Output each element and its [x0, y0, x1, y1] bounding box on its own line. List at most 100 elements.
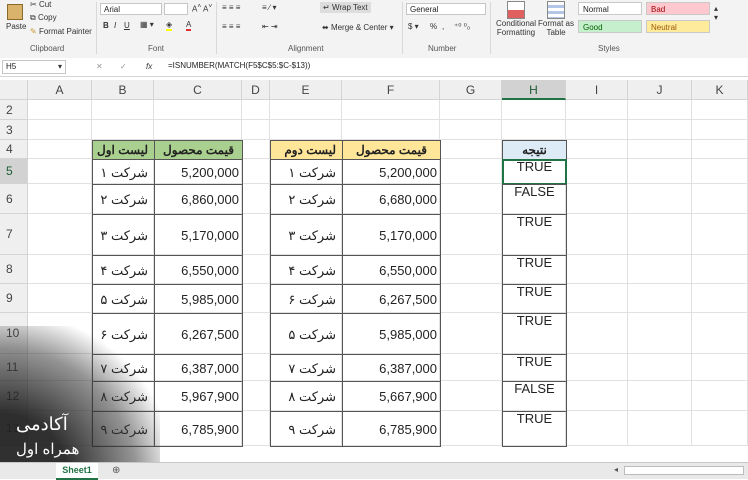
- decimal-icon[interactable]: ⁺⁰ ⁰₀: [454, 22, 470, 31]
- grow-font-icon[interactable]: A˄ A˅: [192, 3, 212, 14]
- column-header-c[interactable]: C: [154, 80, 242, 100]
- table1-name-cell[interactable]: شرکت ۴: [92, 255, 155, 285]
- conditional-formatting-button[interactable]: Conditional Formatting: [494, 1, 538, 37]
- column-header-d[interactable]: D: [242, 80, 270, 100]
- comma-button[interactable]: ,: [442, 22, 444, 31]
- result-cell[interactable]: TRUE: [502, 284, 567, 314]
- style-good[interactable]: Good: [578, 20, 642, 33]
- add-sheet-icon[interactable]: ⊕: [112, 465, 120, 476]
- function-icon[interactable]: fx: [146, 62, 152, 71]
- table2-price-cell[interactable]: 5,667,900: [342, 381, 441, 412]
- result-cell[interactable]: TRUE: [502, 255, 567, 285]
- table2-price-cell[interactable]: 6,550,000: [342, 255, 441, 285]
- table2-name-cell[interactable]: شرکت ۷: [270, 354, 343, 382]
- table1-price-cell[interactable]: 6,387,000: [154, 354, 243, 382]
- number-format-select[interactable]: General: [406, 3, 486, 15]
- table2-price-cell[interactable]: 5,170,000: [342, 214, 441, 256]
- column-header-g[interactable]: G: [440, 80, 502, 100]
- copy-button[interactable]: ⧉ Copy: [30, 13, 57, 23]
- table2-name-cell[interactable]: شرکت ۹: [270, 411, 343, 447]
- result-header[interactable]: نتیجه: [502, 140, 567, 160]
- table1-header-price[interactable]: قیمت محصول: [154, 140, 243, 160]
- table2-name-cell[interactable]: شرکت ۳: [270, 214, 343, 256]
- table2-name-cell[interactable]: شرکت ۶: [270, 284, 343, 314]
- paste-button[interactable]: Paste: [4, 2, 26, 38]
- table2-price-cell[interactable]: 6,785,900: [342, 411, 441, 447]
- styles-scroll-icon[interactable]: ▴ ▾: [714, 4, 718, 22]
- bold-button[interactable]: B: [103, 21, 109, 30]
- table1-name-cell[interactable]: شرکت ۳: [92, 214, 155, 256]
- row-header-8[interactable]: 8: [0, 255, 28, 284]
- font-name-select[interactable]: Arial: [100, 3, 162, 15]
- row-header-7[interactable]: 7: [0, 214, 28, 255]
- row-header-2[interactable]: 2: [0, 100, 28, 120]
- row-header-6[interactable]: 6: [0, 184, 28, 214]
- table2-price-cell[interactable]: 5,200,000: [342, 159, 441, 185]
- row-header-4[interactable]: 4: [0, 140, 28, 159]
- name-box[interactable]: H5: [2, 60, 66, 74]
- result-cell[interactable]: FALSE: [502, 381, 567, 412]
- cut-button[interactable]: ✂ Cut: [30, 0, 51, 9]
- table1-price-cell[interactable]: 5,967,900: [154, 381, 243, 412]
- format-painter-button[interactable]: ✎ Format Painter: [30, 27, 92, 36]
- table2-header-name[interactable]: لیست دوم: [270, 140, 343, 160]
- table2-name-cell[interactable]: شرکت ۸: [270, 381, 343, 412]
- result-cell[interactable]: TRUE: [502, 159, 567, 185]
- result-cell[interactable]: TRUE: [502, 313, 567, 355]
- style-bad[interactable]: Bad: [646, 2, 710, 15]
- name-box-dropdown-icon[interactable]: ▾: [58, 62, 62, 71]
- table1-price-cell[interactable]: 6,550,000: [154, 255, 243, 285]
- row-header-9[interactable]: 9: [0, 284, 28, 313]
- style-neutral[interactable]: Neutral: [646, 20, 710, 33]
- font-color-icon[interactable]: A: [186, 20, 192, 31]
- column-header-k[interactable]: K: [692, 80, 748, 100]
- result-cell[interactable]: TRUE: [502, 214, 567, 256]
- table2-price-cell[interactable]: 6,267,500: [342, 284, 441, 314]
- table2-name-cell[interactable]: شرکت ۴: [270, 255, 343, 285]
- fill-color-icon[interactable]: ◈: [166, 20, 173, 31]
- horizontal-scrollbar[interactable]: [624, 466, 744, 475]
- borders-icon[interactable]: ▦ ▾: [140, 20, 154, 29]
- select-all-corner[interactable]: [0, 80, 28, 100]
- table1-price-cell[interactable]: 6,267,500: [154, 313, 243, 355]
- table2-price-cell[interactable]: 5,985,000: [342, 313, 441, 355]
- table1-header-name[interactable]: لیست اول: [92, 140, 155, 160]
- table2-name-cell[interactable]: شرکت ۱: [270, 159, 343, 185]
- enter-icon[interactable]: ✓: [120, 62, 127, 71]
- table2-name-cell[interactable]: شرکت ۲: [270, 184, 343, 215]
- table1-price-cell[interactable]: 5,200,000: [154, 159, 243, 185]
- orientation-icon[interactable]: ≡ ∕ ▾: [262, 3, 276, 12]
- format-as-table-button[interactable]: Format as Table: [536, 1, 576, 37]
- table1-price-cell[interactable]: 6,785,900: [154, 411, 243, 447]
- column-header-b[interactable]: B: [92, 80, 154, 100]
- table1-name-cell[interactable]: شرکت ۲: [92, 184, 155, 215]
- column-header-j[interactable]: J: [628, 80, 692, 100]
- percent-button[interactable]: %: [430, 22, 437, 31]
- row-header-5[interactable]: 5: [0, 159, 28, 184]
- style-normal[interactable]: Normal: [578, 2, 642, 15]
- column-header-e[interactable]: E: [270, 80, 342, 100]
- table1-name-cell[interactable]: شرکت ۵: [92, 284, 155, 314]
- indent-icon[interactable]: ⇤ ⇥: [262, 22, 278, 31]
- table2-name-cell[interactable]: شرکت ۵: [270, 313, 343, 355]
- column-header-i[interactable]: I: [566, 80, 628, 100]
- table1-price-cell[interactable]: 6,860,000: [154, 184, 243, 215]
- table1-price-cell[interactable]: 5,170,000: [154, 214, 243, 256]
- currency-icon[interactable]: $ ▾: [408, 22, 419, 31]
- formula-input[interactable]: =ISNUMBER(MATCH(F5$C$5:$C-$13)): [168, 61, 310, 70]
- row-header-3[interactable]: 3: [0, 120, 28, 140]
- result-cell[interactable]: TRUE: [502, 411, 567, 447]
- column-header-h[interactable]: H: [502, 80, 566, 100]
- italic-button[interactable]: I: [114, 21, 116, 30]
- wrap-text-button[interactable]: ↵ Wrap Text: [320, 2, 371, 13]
- table2-price-cell[interactable]: 6,680,000: [342, 184, 441, 215]
- table2-header-price[interactable]: قیمت محصول: [342, 140, 441, 160]
- column-header-f[interactable]: F: [342, 80, 440, 100]
- column-header-a[interactable]: A: [28, 80, 92, 100]
- table1-price-cell[interactable]: 5,985,000: [154, 284, 243, 314]
- font-size-select[interactable]: [164, 3, 188, 15]
- sheet-tab[interactable]: Sheet1: [56, 463, 98, 480]
- align-left-icon[interactable]: ≡ ≡ ≡: [222, 22, 240, 31]
- scroll-left-icon[interactable]: ◂: [614, 465, 618, 474]
- underline-button[interactable]: U: [124, 21, 130, 30]
